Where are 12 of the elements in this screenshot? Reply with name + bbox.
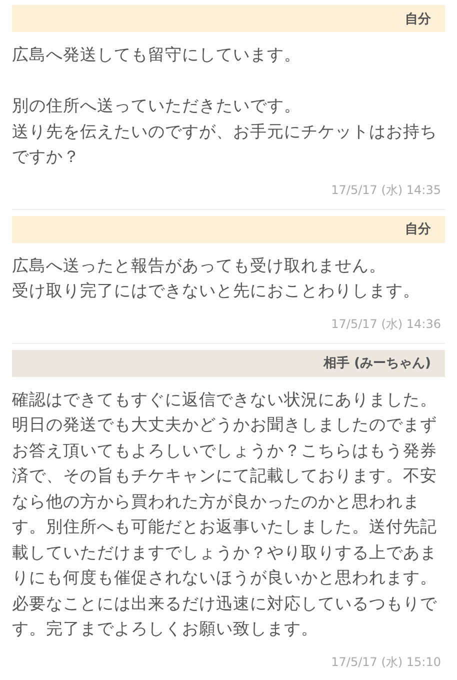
- message-text: 広島へ発送しても留守にしています。: [12, 44, 302, 66]
- sender-name: 相手 (みーちゃん): [324, 354, 431, 372]
- sender-name: 自分: [405, 221, 431, 238]
- message-text: 送り先を伝えたいのですが、お手元にチケットはお持ちですか？: [12, 120, 437, 168]
- message-text: 別の住所へ送っていただきたいです。: [12, 95, 302, 117]
- timestamp: 17/5/17 (水) 14:36: [331, 316, 441, 332]
- sender-name: 自分: [405, 10, 431, 28]
- message-text: 受け取り完了にはできないと先におことわりします。: [12, 280, 421, 302]
- timestamp: 17/5/17 (水) 15:10: [331, 654, 441, 670]
- message-text: 広島へ送ったと報告があっても受け取れません。: [12, 254, 387, 276]
- timestamp: 17/5/17 (水) 14:35: [331, 182, 441, 198]
- message-text: 確認はできてもすぐに返信できない状況にありました。明日の発送でも大丈夫かどうかお聞きしましたのでまずお答え頂いてもよろしいでしょうか？こちらはもう発券済で、その旨もチケキャンにて記載しております。不安なら他の方から買われた方が良かったのかと思われます。別住所へも可能だとお返事いたしました。送付先記載していただけますでしょうか？やり取りする上であまりにも何度も催促されないほうが良いかと思われます。必要なことには出来るだけ迅速に対応しているつもりです。完了までよろしくお願い致します。: [12, 388, 437, 640]
